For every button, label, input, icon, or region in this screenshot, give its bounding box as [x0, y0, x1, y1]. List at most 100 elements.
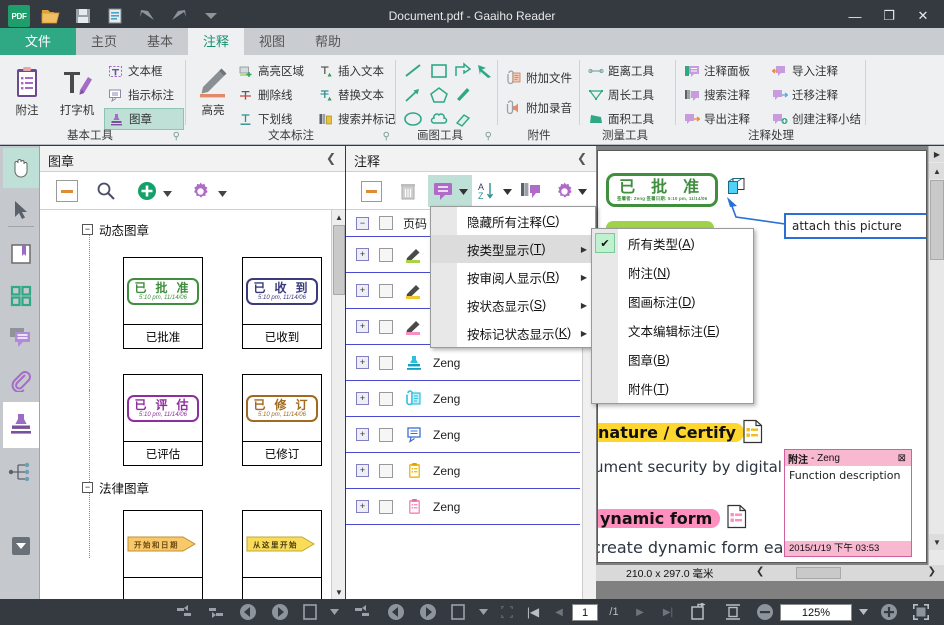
first-page-button[interactable]: |◀	[520, 600, 546, 624]
page-layout-dropdown[interactable]	[324, 600, 344, 624]
collapse-dynamic-stamps-icon[interactable]: −	[82, 224, 93, 235]
rotate-icon[interactable]	[682, 600, 716, 624]
arrow-up-left-icon[interactable]	[472, 59, 498, 83]
submenu-item-all-types[interactable]: ✔ 所有类型(A)	[592, 229, 753, 258]
submenu-item-note[interactable]: 附注(N)	[592, 258, 753, 287]
submenu-item-text-edit-markup[interactable]: 文本编辑标注(E)	[592, 316, 753, 345]
maximize-button[interactable]: ❐	[872, 4, 906, 28]
search-stamp-button[interactable]	[94, 180, 118, 202]
pencil-icon[interactable]	[450, 83, 476, 107]
scrollbar-thumb[interactable]	[930, 180, 944, 260]
import-comment-button[interactable]: 导入注释	[768, 60, 866, 82]
comment-checkbox[interactable]	[379, 284, 393, 298]
comment-checkbox[interactable]	[379, 356, 393, 370]
expand-comment-icon[interactable]: +	[356, 464, 369, 477]
page-layout-icon[interactable]	[296, 600, 324, 624]
note-pink-annotation-icon[interactable]	[726, 504, 748, 532]
expand-comment-icon[interactable]: +	[356, 356, 369, 369]
insert-text-button[interactable]: 插入文本	[314, 60, 394, 82]
show-comments-button[interactable]	[428, 175, 472, 207]
layers-icon[interactable]	[3, 452, 39, 492]
close-icon[interactable]: ⊠	[898, 453, 906, 464]
scroll-right-arrow[interactable]: ▶	[929, 146, 944, 162]
tab-comment[interactable]: 注释	[188, 28, 244, 55]
comment-options-dropdown[interactable]	[578, 184, 587, 198]
scroll-up-arrow[interactable]: ▲	[929, 163, 944, 179]
scrollbar-thumb[interactable]	[333, 225, 345, 295]
collapse-stamp-panel-button[interactable]: ❮	[323, 150, 339, 166]
stamp-item[interactable]: 从这里开始	[242, 510, 322, 599]
zoom-input[interactable]: 125%	[780, 604, 852, 621]
collapse-legal-stamps-icon[interactable]: −	[82, 482, 93, 493]
collapse-page-icon[interactable]: −	[356, 217, 369, 230]
stamp-settings-dropdown[interactable]	[218, 186, 227, 200]
attachments-icon[interactable]	[3, 360, 39, 400]
page-checkbox[interactable]	[379, 216, 393, 230]
comment-checkbox[interactable]	[379, 392, 393, 406]
rectangle-icon[interactable]	[426, 59, 452, 83]
hand-tool-icon[interactable]	[3, 148, 39, 188]
previous-view-icon[interactable]	[232, 600, 264, 624]
comment-panel-button[interactable]: 注释面板	[680, 60, 766, 82]
comment-checkbox[interactable]	[379, 320, 393, 334]
popup-note[interactable]: 附注 - Zeng ⊠ Function description 2015/1/…	[784, 449, 912, 557]
popup-note-body[interactable]: Function description	[785, 466, 911, 485]
show-by-type-submenu[interactable]: ✔ 所有类型(A) 附注(N) 图画标注(D) 文本编辑标注(E) 图章(B) …	[591, 228, 754, 404]
page-number-input[interactable]: 1	[572, 604, 598, 621]
split-view-icon[interactable]	[494, 600, 520, 624]
select-tool-icon[interactable]	[3, 190, 39, 230]
table-row[interactable]: + Zeng	[346, 417, 580, 453]
replace-text-button[interactable]: 替换文本	[314, 84, 394, 106]
callout-tool-button[interactable]: 指示标注	[104, 84, 184, 106]
stamp-group-dynamic[interactable]: − 动态图章	[82, 220, 149, 239]
distance-tool-button[interactable]: 距离工具	[584, 60, 676, 82]
more-panels-icon[interactable]	[3, 526, 39, 566]
hscroll-left-arrow[interactable]: ❮	[756, 566, 764, 577]
add-stamp-dropdown[interactable]	[163, 186, 172, 200]
text-box-tool-button[interactable]: 文本框	[104, 60, 184, 82]
next-page-button[interactable]: ▶	[626, 600, 654, 624]
migrate-comment-button[interactable]: 迁移注释	[768, 84, 866, 106]
bookmarks-icon[interactable]	[3, 234, 39, 274]
comment-checkbox[interactable]	[379, 500, 393, 514]
submenu-item-stamp[interactable]: 图章(B)	[592, 345, 753, 374]
rotate-page-icon[interactable]	[344, 600, 380, 624]
stamp-item[interactable]: 已 评 估 5:10 pm, 11/14/06 已评估	[123, 374, 203, 466]
fit-icon[interactable]	[716, 600, 750, 624]
view-mode-dropdown[interactable]	[472, 600, 494, 624]
collapse-all-comments-button[interactable]	[354, 175, 388, 207]
minimize-button[interactable]: —	[838, 4, 872, 28]
go-forward-icon[interactable]	[412, 600, 444, 624]
close-button[interactable]: ✕	[906, 4, 940, 28]
pin-basic-tools-icon[interactable]: ⚲	[173, 131, 180, 142]
view-mode-icon[interactable]	[444, 600, 472, 624]
sort-comments-dropdown[interactable]	[503, 184, 512, 198]
pentagon-icon[interactable]	[426, 83, 452, 107]
menu-item-show-by-type[interactable]: 按类型显示(T) ▶	[431, 235, 595, 263]
search-comments-button[interactable]	[516, 175, 546, 207]
attach-sound-button[interactable]: 附加录音	[502, 97, 580, 119]
document-stamp[interactable]: 已 批 准 签署者: Zeng 签署日期: 5:10 pm, 11/14/06	[606, 173, 718, 207]
search-comment-button[interactable]: 搜索注释	[680, 84, 766, 106]
submenu-item-drawing-markup[interactable]: 图画标注(D)	[592, 287, 753, 316]
line-icon[interactable]	[400, 59, 426, 83]
stamp-item[interactable]: 已 收 到 5:10 pm, 11/14/06 已收到	[242, 257, 322, 349]
stamp-item[interactable]: 已 修 订 5:10 pm, 11/14/06 已修订	[242, 374, 322, 466]
last-page-button[interactable]: ▶|	[654, 600, 682, 624]
highlight-tool-button[interactable]: 高亮	[188, 60, 238, 118]
stamps-icon[interactable]	[3, 402, 39, 448]
highlight-area-button[interactable]: 高亮区域	[234, 60, 312, 82]
expand-comment-icon[interactable]: +	[356, 500, 369, 513]
highlight-dynamic-form[interactable]: ynamic form	[597, 509, 720, 528]
expand-comment-icon[interactable]: +	[356, 320, 369, 333]
perimeter-tool-button[interactable]: 周长工具	[584, 84, 676, 106]
scroll-down-arrow[interactable]: ▼	[332, 585, 345, 599]
comment-checkbox[interactable]	[379, 248, 393, 262]
tab-view[interactable]: 视图	[244, 28, 300, 55]
collapse-all-stamps-button[interactable]	[56, 180, 78, 202]
table-row[interactable]: + Zeng	[346, 381, 580, 417]
zoom-in-button[interactable]	[874, 600, 904, 624]
rotate-view-ccw-icon[interactable]	[168, 600, 200, 624]
strikeout-button[interactable]: 删除线	[234, 84, 312, 106]
zoom-out-button[interactable]	[750, 600, 780, 624]
